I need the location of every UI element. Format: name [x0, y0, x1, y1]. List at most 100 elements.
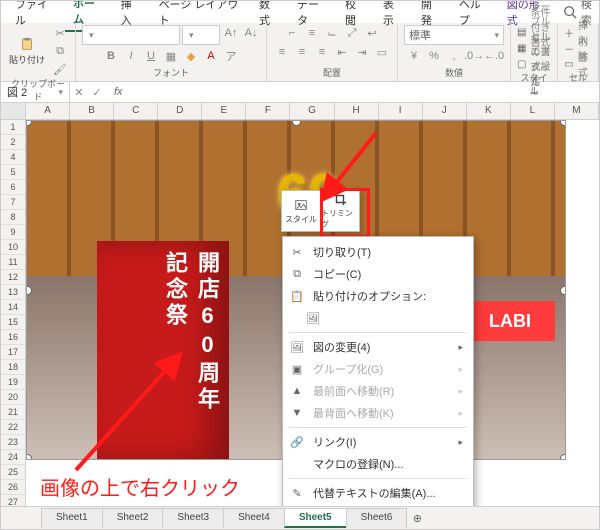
- cell-styles-button[interactable]: ▢セルのスタイル ∼: [517, 57, 551, 71]
- resize-handle[interactable]: [560, 454, 566, 460]
- new-sheet-button[interactable]: ⊕: [406, 512, 428, 525]
- row-header[interactable]: 19: [1, 375, 25, 390]
- col-header[interactable]: K: [467, 103, 511, 119]
- col-header[interactable]: I: [379, 103, 423, 119]
- col-header[interactable]: M: [555, 103, 599, 119]
- sheet-tab[interactable]: Sheet1: [41, 508, 103, 528]
- row-header[interactable]: 20: [1, 390, 25, 405]
- row-header[interactable]: 9: [1, 225, 25, 240]
- col-header[interactable]: L: [511, 103, 555, 119]
- sheet-tab[interactable]: Sheet4: [223, 508, 285, 528]
- resize-handle[interactable]: [560, 120, 566, 126]
- row-header[interactable]: 23: [1, 435, 25, 450]
- font-color-button[interactable]: A: [202, 48, 220, 64]
- wrap-text-icon[interactable]: ↩: [363, 25, 381, 41]
- row-header[interactable]: 2: [1, 135, 25, 150]
- col-header[interactable]: E: [202, 103, 246, 119]
- row-header[interactable]: 24: [1, 450, 25, 465]
- cells-area[interactable]: 60 開店60周年 記念祭 LABI スタイル: [26, 120, 599, 512]
- merge-button[interactable]: ▭: [373, 44, 391, 60]
- menu-change-picture[interactable]: 🖼図の変更(4): [283, 336, 473, 358]
- currency-icon[interactable]: ¥: [405, 48, 423, 64]
- sheet-tab[interactable]: Sheet3: [162, 508, 224, 528]
- fx-icon[interactable]: fx: [106, 86, 131, 98]
- col-header[interactable]: J: [423, 103, 467, 119]
- bold-button[interactable]: B: [102, 48, 120, 64]
- format-cells-button[interactable]: ▭書式: [564, 57, 592, 71]
- row-header[interactable]: 11: [1, 255, 25, 270]
- number-format-combo[interactable]: 標準▾: [404, 25, 504, 45]
- row-header[interactable]: 16: [1, 330, 25, 345]
- indent-inc-icon[interactable]: ⇥: [353, 44, 371, 60]
- menu-paste-picture[interactable]: 🖼: [283, 307, 473, 329]
- formula-bar: 図 2▾ ✕ ✓ fx: [1, 82, 599, 103]
- orientation-icon[interactable]: ⤢: [343, 25, 361, 41]
- col-header[interactable]: B: [70, 103, 114, 119]
- row-header[interactable]: 6: [1, 180, 25, 195]
- underline-button[interactable]: U: [142, 48, 160, 64]
- col-header[interactable]: G: [290, 103, 334, 119]
- mini-crop-button[interactable]: トリミング: [320, 191, 359, 231]
- cut-icon[interactable]: ✂: [51, 25, 69, 41]
- row-header[interactable]: 25: [1, 465, 25, 480]
- col-header[interactable]: C: [114, 103, 158, 119]
- align-right-icon[interactable]: ≡: [313, 44, 331, 60]
- inc-decimal-icon[interactable]: .0→: [465, 48, 483, 64]
- cancel-icon[interactable]: ✕: [70, 84, 88, 100]
- font-name-combo[interactable]: ▾: [82, 25, 180, 45]
- menu-paste-options[interactable]: 📋貼り付けのオプション:: [283, 285, 473, 307]
- align-left-icon[interactable]: ≡: [273, 44, 291, 60]
- align-bottom-icon[interactable]: ⌙: [323, 25, 341, 41]
- sheet-tab[interactable]: Sheet6: [346, 508, 408, 528]
- sheet-tab[interactable]: Sheet5: [284, 508, 347, 528]
- mini-style-button[interactable]: スタイル: [282, 191, 320, 231]
- menu-assign-macro[interactable]: マクロの登録(N)...: [283, 453, 473, 475]
- phonetic-button[interactable]: ア: [222, 48, 240, 64]
- menu-cut[interactable]: ✂切り取り(T): [283, 241, 473, 263]
- row-header[interactable]: 8: [1, 210, 25, 225]
- fill-color-button[interactable]: ◆: [182, 48, 200, 64]
- col-header[interactable]: D: [158, 103, 202, 119]
- align-top-icon[interactable]: ⌐: [283, 25, 301, 41]
- italic-button[interactable]: I: [122, 48, 140, 64]
- col-header[interactable]: F: [246, 103, 290, 119]
- menu-link[interactable]: 🔗リンク(I): [283, 431, 473, 453]
- row-header[interactable]: 4: [1, 150, 25, 165]
- name-box[interactable]: 図 2▾: [1, 82, 70, 102]
- row-header[interactable]: 7: [1, 195, 25, 210]
- indent-dec-icon[interactable]: ⇤: [333, 44, 351, 60]
- row-header[interactable]: 14: [1, 300, 25, 315]
- border-button[interactable]: ▦: [162, 48, 180, 64]
- menu-copy[interactable]: ⧉コピー(C): [283, 263, 473, 285]
- col-header[interactable]: H: [335, 103, 379, 119]
- row-header[interactable]: 13: [1, 285, 25, 300]
- row-header[interactable]: 21: [1, 405, 25, 420]
- align-center-icon[interactable]: ≡: [293, 44, 311, 60]
- comma-icon[interactable]: ,: [445, 48, 463, 64]
- resize-handle[interactable]: [560, 286, 566, 295]
- row-header[interactable]: 10: [1, 240, 25, 255]
- row-header[interactable]: 12: [1, 270, 25, 285]
- percent-icon[interactable]: %: [425, 48, 443, 64]
- dec-decimal-icon[interactable]: ←.0: [485, 48, 503, 64]
- decrease-font-icon[interactable]: A↓: [242, 25, 260, 41]
- row-header[interactable]: 26: [1, 480, 25, 495]
- col-header[interactable]: A: [26, 103, 70, 119]
- select-all-corner[interactable]: [1, 103, 26, 119]
- format-painter-icon[interactable]: 🖌: [51, 61, 69, 77]
- enter-icon[interactable]: ✓: [88, 84, 106, 100]
- increase-font-icon[interactable]: A↑: [222, 25, 240, 41]
- menu-alt-text[interactable]: ✎代替テキストの編集(A)...: [283, 482, 473, 504]
- row-header[interactable]: 17: [1, 345, 25, 360]
- row-header[interactable]: 22: [1, 420, 25, 435]
- font-size-combo[interactable]: ▾: [182, 25, 220, 45]
- align-middle-icon[interactable]: ≡: [303, 25, 321, 41]
- row-header[interactable]: 1: [1, 120, 25, 135]
- paste-button[interactable]: 貼り付け: [7, 37, 47, 66]
- resize-handle[interactable]: [26, 454, 32, 460]
- copy-icon[interactable]: ⧉: [51, 43, 69, 59]
- row-header[interactable]: 18: [1, 360, 25, 375]
- row-header[interactable]: 5: [1, 165, 25, 180]
- sheet-tab[interactable]: Sheet2: [102, 508, 164, 528]
- row-header[interactable]: 15: [1, 315, 25, 330]
